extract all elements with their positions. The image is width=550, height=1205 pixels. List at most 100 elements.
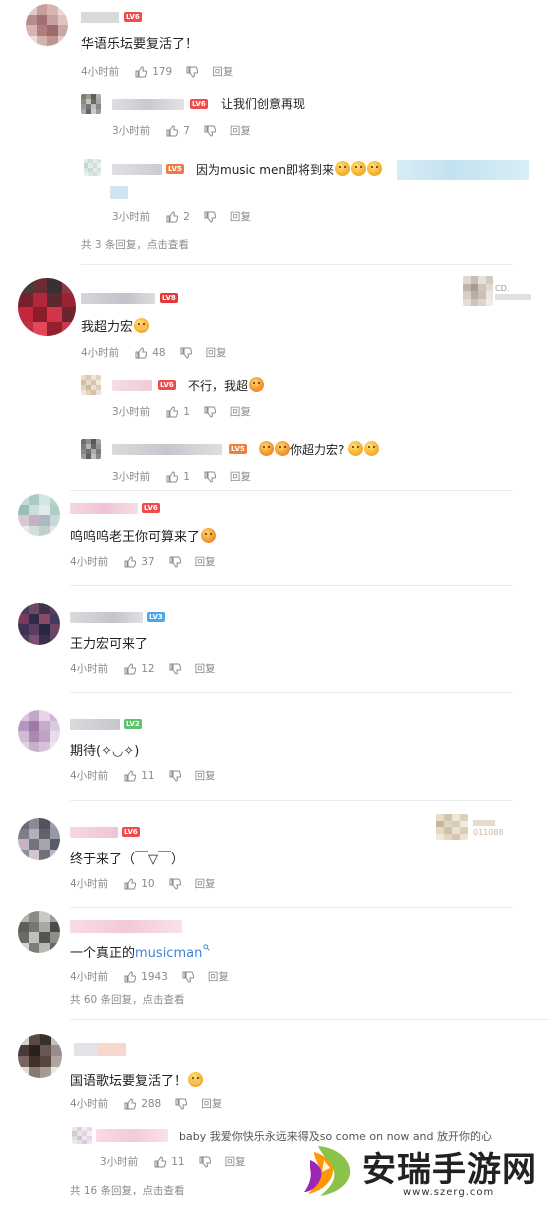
dislike-button[interactable] (169, 770, 181, 782)
comment-text: 一个真正的musicman (70, 944, 211, 962)
username-blurred[interactable] (112, 444, 222, 455)
like-button[interactable]: 48 (135, 347, 166, 359)
divider (70, 907, 513, 908)
reply-button[interactable]: 回复 (206, 347, 227, 359)
avatar[interactable] (26, 4, 68, 46)
comment-time: 4小时前 (70, 971, 109, 983)
avatar[interactable] (81, 439, 101, 459)
view-replies-link[interactable]: 共 60 条回复，点击查看 (70, 992, 185, 1007)
avatar[interactable] (81, 94, 101, 114)
blurred-content (110, 186, 128, 199)
reply-button[interactable]: 回复 (230, 125, 251, 137)
username-blurred[interactable] (70, 827, 118, 838)
like-button[interactable]: 12 (124, 663, 155, 675)
thumbs-down-icon (169, 878, 181, 890)
scared-emoji-icon (366, 161, 382, 176)
avatar[interactable] (18, 911, 60, 953)
username-blurred[interactable] (70, 503, 138, 514)
username-blurred[interactable] (112, 380, 152, 391)
like-button[interactable]: 1 (166, 406, 190, 418)
reply-meta: 3小时前 1 回复 (112, 406, 251, 418)
reply-button[interactable]: 回复 (212, 66, 233, 78)
thumbs-down-icon (169, 556, 181, 568)
like-button[interactable]: 11 (154, 1156, 185, 1168)
dislike-button[interactable] (204, 211, 216, 223)
dislike-button[interactable] (169, 878, 181, 890)
username-blurred[interactable] (70, 612, 143, 623)
like-button[interactable]: 1943 (124, 971, 168, 983)
dislike-button[interactable] (186, 66, 199, 78)
comment-meta: 4小时前 37 回复 (70, 556, 216, 568)
reply-button[interactable]: 回复 (208, 971, 229, 983)
like-button[interactable]: 1 (166, 471, 190, 483)
like-button[interactable]: 10 (124, 878, 155, 890)
reply-text-content: 你超力宏? (290, 443, 345, 457)
view-replies-link[interactable]: 共 16 条回复，点击查看 (70, 1183, 185, 1198)
comment-time: 4小时前 (81, 347, 120, 359)
comment-meta: 4小时前 288 回复 (70, 1098, 222, 1110)
thumbs-up-icon (135, 66, 148, 78)
username-blurred[interactable] (70, 719, 120, 730)
avatar[interactable] (18, 603, 60, 645)
username-blurred[interactable] (74, 1043, 126, 1056)
avatar[interactable] (18, 710, 60, 752)
musicman-link[interactable]: musicman (135, 946, 202, 961)
dislike-button[interactable] (169, 556, 181, 568)
avatar[interactable] (18, 278, 76, 336)
badge-image (463, 276, 493, 306)
reply-button[interactable]: 回复 (195, 663, 216, 675)
avatar[interactable] (18, 494, 60, 536)
reply-meta: 3小时前 1 回复 (112, 471, 251, 483)
crying-emoji-icon (259, 441, 274, 456)
dislike-button[interactable] (169, 663, 181, 675)
reply-time: 3小时前 (112, 406, 151, 418)
like-count: 10 (141, 878, 155, 890)
reply-button[interactable]: 回复 (195, 878, 216, 890)
like-button[interactable]: 37 (124, 556, 155, 568)
like-button[interactable]: 179 (135, 66, 172, 78)
username-blurred[interactable] (96, 1129, 168, 1142)
avatar[interactable] (72, 1127, 92, 1144)
comment-time: 4小时前 (70, 1098, 109, 1110)
reply-button[interactable]: 回复 (201, 1098, 222, 1110)
like-button[interactable]: 288 (124, 1098, 161, 1110)
comment-text-content: 呜呜呜老王你可算来了 (70, 530, 201, 545)
avatar[interactable] (18, 1034, 62, 1078)
search-icon[interactable] (203, 944, 211, 951)
watermark-url: www.szerg.com (403, 1187, 495, 1198)
thumbs-down-icon (169, 663, 181, 675)
dislike-button[interactable] (175, 1098, 188, 1110)
dislike-button[interactable] (204, 125, 216, 137)
scared-emoji-icon (334, 161, 350, 176)
dislike-button[interactable] (180, 347, 192, 359)
username-blurred[interactable] (70, 920, 182, 933)
view-replies-link[interactable]: 共 3 条回复，点击查看 (81, 237, 189, 252)
reply-button[interactable]: 回复 (195, 770, 216, 782)
reply-button[interactable]: 回复 (230, 211, 251, 223)
blurred-content (397, 160, 529, 180)
reply-button[interactable]: 回复 (230, 406, 251, 418)
dislike-button[interactable] (182, 971, 194, 983)
reply-text-content: 不行，我超 (188, 379, 249, 393)
username-blurred[interactable] (81, 12, 119, 23)
avatar[interactable] (18, 818, 60, 860)
like-button[interactable]: 7 (166, 125, 190, 137)
reply-button[interactable]: 回复 (230, 471, 251, 483)
like-button[interactable]: 11 (124, 770, 155, 782)
username-blurred[interactable] (112, 99, 184, 110)
reply-button[interactable]: 回复 (195, 556, 216, 568)
like-count: 48 (152, 347, 166, 359)
dislike-button[interactable] (199, 1156, 211, 1168)
scared-emoji-icon (364, 441, 380, 456)
avatar[interactable] (81, 375, 101, 395)
dislike-button[interactable] (204, 471, 216, 483)
avatar[interactable] (84, 159, 101, 176)
username-blurred[interactable] (112, 164, 162, 175)
thumbs-down-icon (175, 1098, 188, 1110)
comment-text: 王力宏可来了 (70, 637, 149, 652)
reply-button[interactable]: 回复 (225, 1156, 246, 1168)
username-blurred[interactable] (81, 293, 155, 304)
dislike-button[interactable] (204, 406, 216, 418)
divider (81, 264, 513, 265)
like-button[interactable]: 2 (166, 211, 190, 223)
